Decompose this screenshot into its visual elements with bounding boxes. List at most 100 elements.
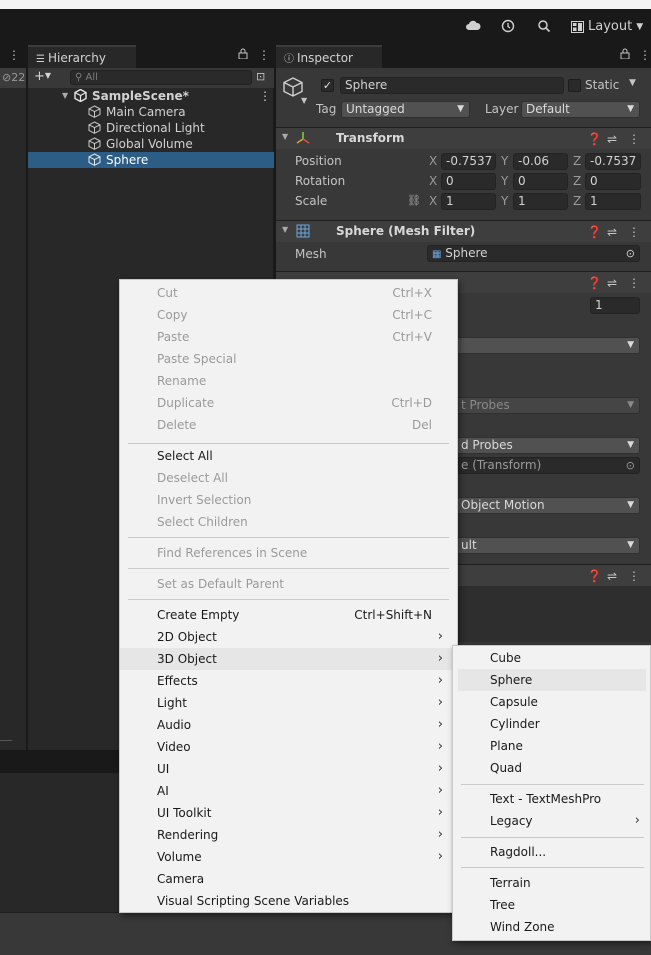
menu-item-paste[interactable]: Paste Ctrl+V [120, 326, 457, 348]
help-icon[interactable]: ❓ [587, 225, 602, 239]
menu-item-set-default-parent[interactable]: Set as Default Parent [120, 573, 457, 595]
object-name-field[interactable]: Sphere [340, 77, 564, 94]
rendering-layer-dropdown[interactable]: ult ▼ [456, 537, 640, 554]
transform-header[interactable]: ▼ Transform ❓ ⇌ ⋮ [276, 127, 651, 149]
menu-item-ui-toolkit[interactable]: UI Toolkit › [120, 802, 457, 824]
chevron-down-icon[interactable]: ▼ [301, 96, 307, 105]
renderer-dropdown-1[interactable]: ▼ [456, 337, 640, 354]
menu-item-light[interactable]: Light › [120, 692, 457, 714]
inspector-menu-icon[interactable]: ⋮ [639, 48, 651, 62]
layout-dropdown[interactable]: Layout ▼ [571, 18, 643, 36]
anchor-override-field[interactable]: e (Transform) ⊙ [456, 457, 640, 474]
submenu-item-textmeshpro[interactable]: Text - TextMeshPro [453, 788, 650, 810]
hierarchy-item-directional-light[interactable]: Directional Light [28, 120, 274, 136]
help-icon[interactable]: ❓ [587, 276, 602, 290]
submenu-item-ragdoll[interactable]: Ragdoll... [453, 841, 650, 863]
rotation-x-field[interactable]: 0 [441, 173, 496, 190]
menu-item-select-children[interactable]: Select Children [120, 511, 457, 533]
scale-x-field[interactable]: 1 [441, 193, 496, 210]
menu-item-select-all[interactable]: Select All [120, 445, 457, 467]
tab-hierarchy[interactable]: ☰ Hierarchy [28, 45, 136, 68]
scene-search-icon[interactable]: ⊡ [256, 70, 265, 83]
lock-icon[interactable] [238, 48, 248, 62]
submenu-item-terrain[interactable]: Terrain [453, 872, 650, 894]
light-probes-dropdown[interactable]: t Probes ▼ [456, 397, 640, 414]
tab-inspector[interactable]: ⓘ Inspector [276, 45, 382, 68]
submenu-item-quad[interactable]: Quad [453, 757, 650, 779]
presets-icon[interactable]: ⇌ [607, 132, 617, 146]
presets-icon[interactable]: ⇌ [607, 225, 617, 239]
hierarchy-item-sphere[interactable]: Sphere [28, 152, 274, 168]
hierarchy-scene-row[interactable]: ▼ SampleScene* ⋮ [28, 88, 274, 104]
mesh-filter-header[interactable]: ▼ Sphere (Mesh Filter) ❓ ⇌ ⋮ [276, 220, 651, 242]
object-picker-icon[interactable]: ⊙ [626, 246, 635, 261]
visibility-icon[interactable]: ⊘ [2, 71, 11, 84]
rotation-z-field[interactable]: 0 [585, 173, 641, 190]
add-button[interactable]: +▼ [34, 69, 51, 84]
presets-icon[interactable]: ⇌ [607, 569, 617, 583]
menu-item-3d-object[interactable]: 3D Object › [120, 648, 457, 670]
renderer-number-field[interactable]: 1 [590, 297, 640, 314]
menu-item-create-empty[interactable]: Create Empty Ctrl+Shift+N [120, 604, 457, 626]
lock-icon[interactable] [620, 48, 630, 62]
submenu-item-cylinder[interactable]: Cylinder [453, 713, 650, 735]
help-icon[interactable]: ❓ [587, 132, 602, 146]
search-icon[interactable] [536, 18, 552, 34]
menu-item-ui[interactable]: UI › [120, 758, 457, 780]
component-menu-icon[interactable]: ⋮ [628, 276, 640, 290]
object-picker-icon[interactable]: ⊙ [626, 458, 635, 473]
expand-arrow-icon[interactable]: ▼ [62, 88, 68, 104]
menu-item-cut[interactable]: Cut Ctrl+X [120, 282, 457, 304]
position-y-field[interactable]: -0.06 [513, 153, 568, 170]
menu-item-2d-object[interactable]: 2D Object › [120, 626, 457, 648]
hierarchy-search-input[interactable]: ⚲ All [70, 70, 252, 85]
foldout-arrow-icon[interactable]: ▼ [282, 225, 288, 234]
menu-item-audio[interactable]: Audio › [120, 714, 457, 736]
layer-dropdown[interactable]: Default ▼ [521, 101, 640, 118]
menu-item-video[interactable]: Video › [120, 736, 457, 758]
menu-item-rename[interactable]: Rename [120, 370, 457, 392]
foldout-arrow-icon[interactable]: ▼ [282, 132, 288, 141]
submenu-item-plane[interactable]: Plane [453, 735, 650, 757]
menu-item-duplicate[interactable]: Duplicate Ctrl+D [120, 392, 457, 414]
menu-item-deselect-all[interactable]: Deselect All [120, 467, 457, 489]
submenu-item-tree[interactable]: Tree [453, 894, 650, 916]
submenu-item-legacy[interactable]: Legacy › [453, 810, 650, 832]
menu-item-paste-special[interactable]: Paste Special [120, 348, 457, 370]
hierarchy-menu-icon[interactable]: ⋮ [258, 48, 270, 62]
submenu-item-cube[interactable]: Cube [453, 647, 650, 669]
static-dropdown-icon[interactable]: ▼ [629, 78, 636, 88]
reflection-probes-dropdown[interactable]: d Probes ▼ [456, 437, 640, 454]
component-menu-icon[interactable]: ⋮ [628, 225, 640, 239]
position-z-field[interactable]: -0.7537 [585, 153, 641, 170]
tag-dropdown[interactable]: Untagged ▼ [341, 101, 470, 118]
submenu-item-sphere[interactable]: Sphere [458, 669, 646, 691]
active-checkbox[interactable]: ✓ [321, 79, 334, 92]
component-menu-icon[interactable]: ⋮ [628, 132, 640, 146]
menu-item-delete[interactable]: Delete Del [120, 414, 457, 436]
position-x-field[interactable]: -0.7537 [441, 153, 496, 170]
menu-item-find-references[interactable]: Find References in Scene [120, 542, 457, 564]
scale-z-field[interactable]: 1 [585, 193, 641, 210]
presets-icon[interactable]: ⇌ [607, 276, 617, 290]
menu-item-camera[interactable]: Camera [120, 868, 457, 890]
mesh-object-field[interactable]: ▦ Sphere ⊙ [427, 245, 640, 262]
submenu-item-wind-zone[interactable]: Wind Zone [453, 916, 650, 938]
menu-item-effects[interactable]: Effects › [120, 670, 457, 692]
menu-item-ai[interactable]: AI › [120, 780, 457, 802]
scene-menu-icon[interactable]: ⋮ [259, 88, 271, 104]
hierarchy-item-global-volume[interactable]: Global Volume [28, 136, 274, 152]
component-menu-icon[interactable]: ⋮ [628, 569, 640, 583]
rotation-y-field[interactable]: 0 [513, 173, 568, 190]
menu-item-copy[interactable]: Copy Ctrl+C [120, 304, 457, 326]
motion-vectors-dropdown[interactable]: Object Motion ▼ [456, 497, 640, 514]
scale-y-field[interactable]: 1 [513, 193, 568, 210]
menu-item-rendering[interactable]: Rendering › [120, 824, 457, 846]
panel-menu-icon[interactable]: ⋮ [8, 48, 20, 62]
history-icon[interactable] [500, 18, 516, 34]
constrain-proportions-icon[interactable]: ⛓ [407, 194, 421, 207]
help-icon[interactable]: ❓ [587, 569, 602, 583]
cloud-icon[interactable] [465, 18, 481, 34]
menu-item-volume[interactable]: Volume › [120, 846, 457, 868]
hierarchy-item-main-camera[interactable]: Main Camera [28, 104, 274, 120]
